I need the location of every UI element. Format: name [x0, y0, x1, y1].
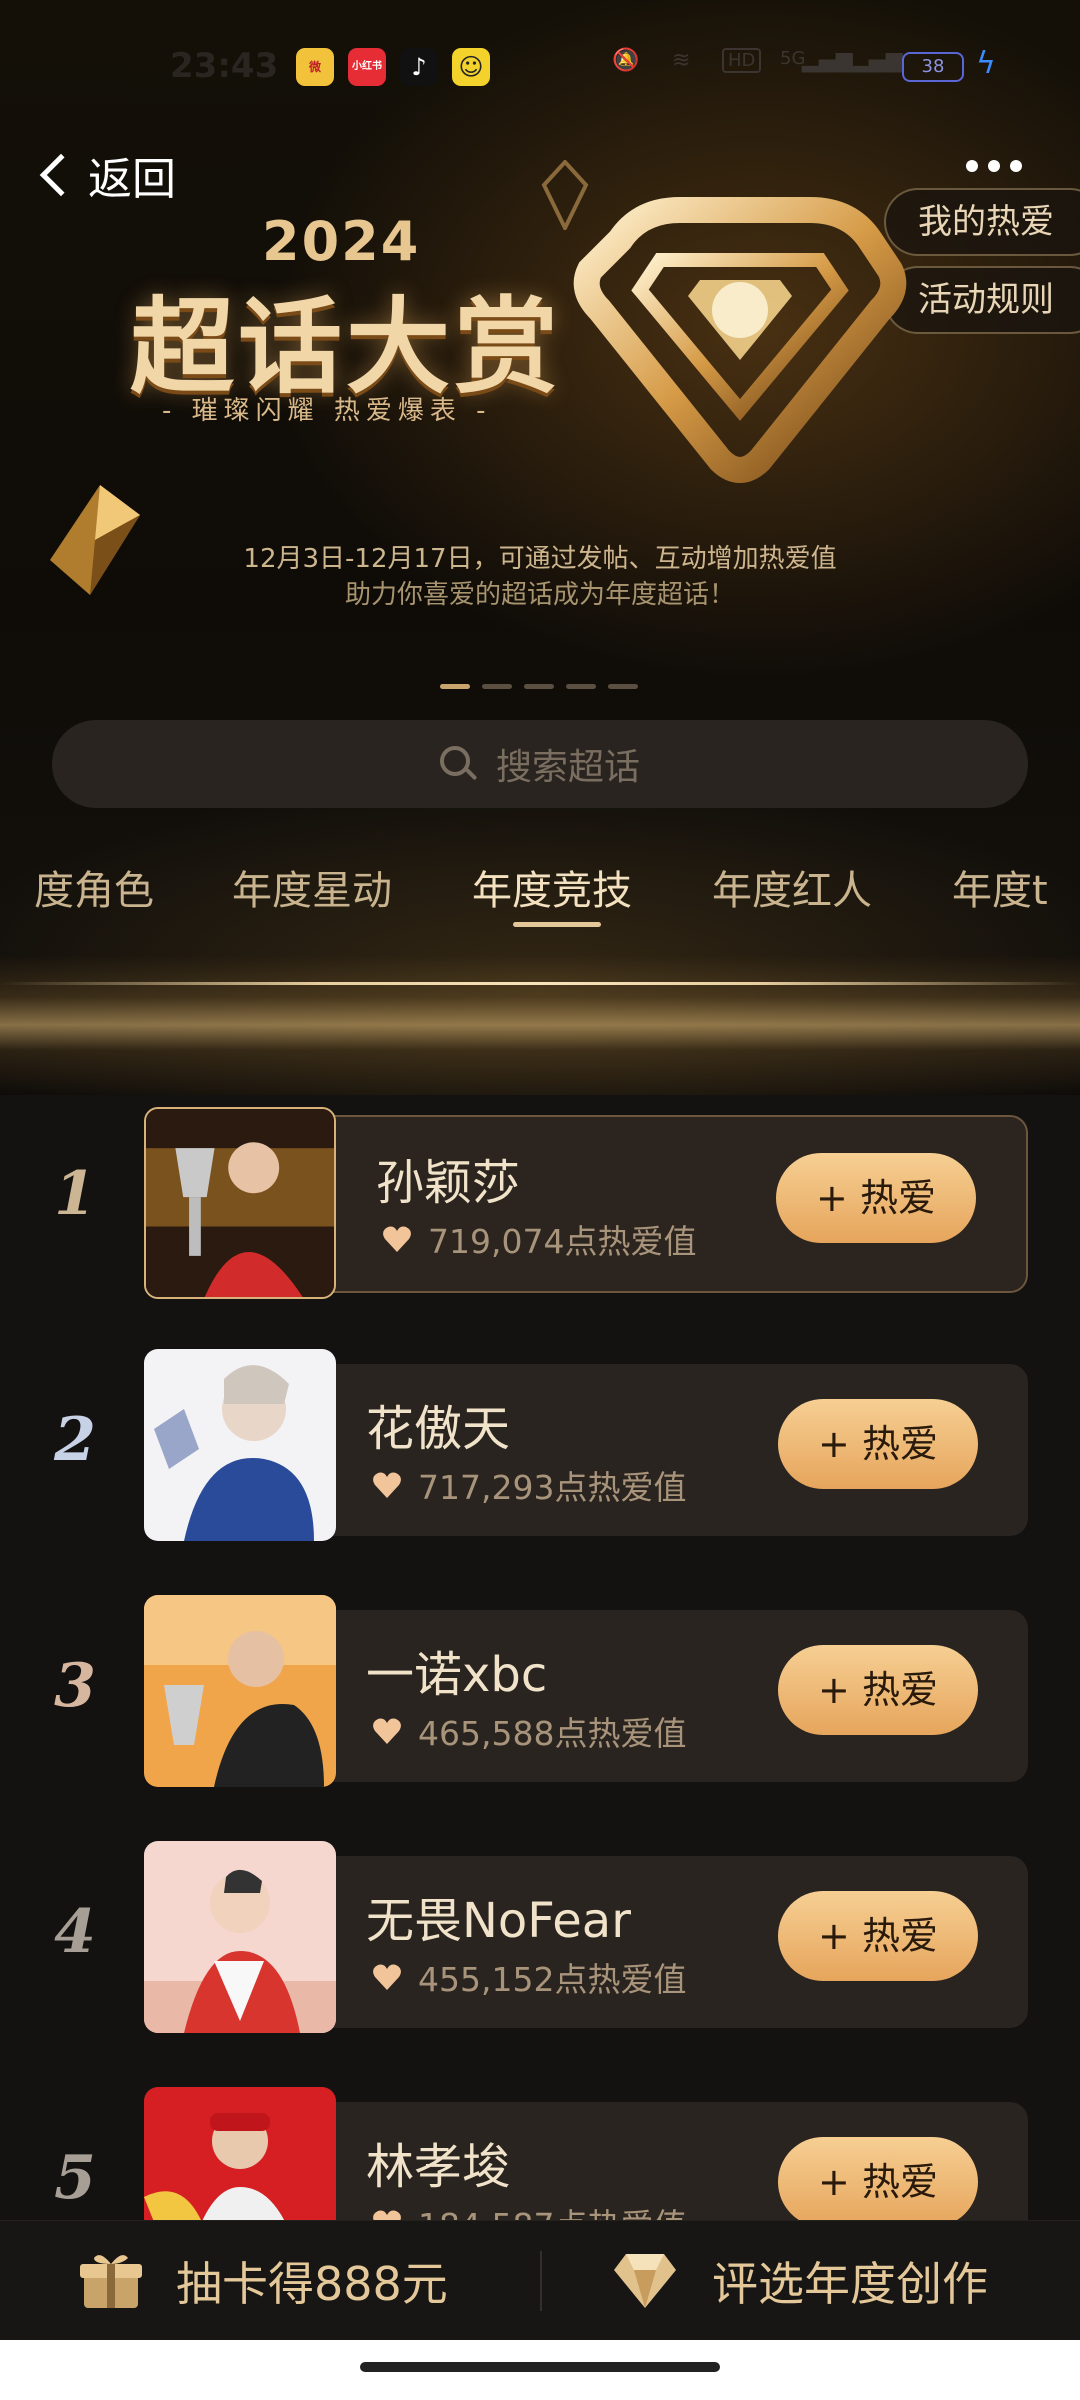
avatar[interactable]: [144, 1595, 336, 1787]
home-indicator[interactable]: [360, 2362, 720, 2372]
weibo-app-icon: 微: [296, 48, 334, 86]
add-love-button[interactable]: + 热爱: [778, 1399, 978, 1489]
more-dot: [966, 160, 978, 172]
mute-icon: 🔕: [612, 48, 640, 73]
gold-line: [0, 982, 1080, 985]
tab-character[interactable]: 度角色: [34, 858, 154, 916]
pager-dot[interactable]: [440, 684, 470, 689]
supertopic-name: 花傲天: [366, 1401, 511, 1457]
bilibili-app-icon: ☺: [452, 48, 490, 86]
ranking-list: 1 孙颖莎 719,074点热爱值 + 热爱 2 花傲天 717,293点热爱值…: [0, 1095, 1080, 2220]
add-love-button[interactable]: + 热爱: [778, 1645, 978, 1735]
draw-card-label: 抽卡得888元: [176, 2257, 448, 2311]
avatar-image: [146, 1109, 334, 1297]
rank-number: 3: [54, 1651, 96, 1721]
chevron-left-icon: [39, 153, 83, 197]
status-time: 23:43: [170, 46, 279, 86]
tab-influencers[interactable]: 年度红人: [712, 858, 872, 916]
list-item[interactable]: 5 林孝埈 184,587点热爱值 + 热爱: [0, 2087, 1080, 2220]
pager-dot[interactable]: [482, 684, 512, 689]
signal-icon: ▂▄▆: [802, 48, 853, 73]
heat-text: 719,074点热爱值: [428, 1222, 697, 1261]
supertopic-name: 孙颖莎: [376, 1155, 521, 1211]
heat-text: 455,152点热爱值: [418, 1960, 687, 1999]
heart-icon: [373, 1964, 401, 1990]
heart-icon: [373, 2210, 401, 2220]
tab-stars[interactable]: 年度星动: [232, 858, 392, 916]
add-love-button[interactable]: + 热爱: [778, 2137, 978, 2220]
back-button[interactable]: 返回: [32, 140, 176, 210]
hero-banner: 23:43 微 小红书 ♪ ☺ 🔕 ≋ HD 5G ▂▄▆ ▂▄▆ 38 ϟ 返…: [0, 0, 1080, 1095]
tiktok-app-icon: ♪: [400, 48, 438, 86]
heat-value: 184,587点热爱值: [372, 2199, 686, 2220]
list-item[interactable]: 1 孙颖莎 719,074点热爱值 + 热爱: [0, 1103, 1080, 1303]
tab-more[interactable]: 年度t: [952, 858, 1048, 916]
charging-icon: ϟ: [976, 46, 996, 81]
gold-band: [0, 955, 1080, 1095]
active-tab-indicator: [513, 922, 601, 927]
draw-card-button[interactable]: 抽卡得888元: [80, 2221, 448, 2341]
tab-sports[interactable]: 年度竞技: [472, 858, 632, 916]
xiaohongshu-app-icon: 小红书: [348, 48, 386, 86]
add-love-button[interactable]: + 热爱: [776, 1153, 976, 1243]
heat-text: 465,588点热爱值: [418, 1714, 687, 1753]
rank-number: 2: [54, 1405, 96, 1475]
banner-pager: [440, 684, 638, 689]
wifi-icon: ≋: [672, 48, 691, 73]
pager-dot[interactable]: [566, 684, 596, 689]
pager-dot[interactable]: [608, 684, 638, 689]
system-nav-area: [0, 2340, 1080, 2400]
vote-creation-button[interactable]: 评选年度创作: [612, 2221, 988, 2341]
gem-icon: [614, 2254, 676, 2308]
search-placeholder: 搜索超话: [495, 747, 640, 788]
signal-icon-2: ▂▄▆: [852, 48, 903, 73]
heat-value: 717,293点热爱值: [372, 1461, 686, 1509]
pager-dot[interactable]: [524, 684, 554, 689]
rank-number: 1: [54, 1159, 96, 1229]
back-label: 返回: [88, 154, 176, 205]
heat-text: 184,587点热爱值: [418, 2199, 686, 2220]
heat-text: 717,293点热爱值: [418, 1468, 687, 1507]
heat-value: 455,152点热爱值: [372, 1953, 686, 2001]
search-icon: [439, 746, 478, 782]
vote-creation-label: 评选年度创作: [712, 2257, 988, 2311]
banner-subtitle: - 璀璨闪耀 热爱爆表 -: [162, 396, 492, 426]
battery-icon: 38: [902, 52, 964, 82]
list-item[interactable]: 4 无畏NoFear 455,152点热爱值 + 热爱: [0, 1841, 1080, 2041]
heart-icon: [383, 1226, 411, 1252]
list-item[interactable]: 3 一诺xbc 465,588点热爱值 + 热爱: [0, 1595, 1080, 1795]
rank-number: 4: [54, 1897, 96, 1967]
avatar[interactable]: [144, 1841, 336, 2033]
heat-value: 719,074点热爱值: [382, 1215, 696, 1263]
bottom-action-bar: 抽卡得888元 评选年度创作: [0, 2220, 1080, 2340]
status-bar: 23:43 微 小红书 ♪ ☺ 🔕 ≋ HD 5G ▂▄▆ ▂▄▆ 38 ϟ: [0, 40, 1080, 100]
heart-icon: [373, 1718, 401, 1744]
avatar[interactable]: [144, 1349, 336, 1541]
add-love-button[interactable]: + 热爱: [778, 1891, 978, 1981]
avatar[interactable]: [144, 2087, 336, 2220]
avatar-image: [144, 1595, 336, 1787]
promo-line-1: 12月3日-12月17日，可通过发帖、互动增加热爱值: [243, 544, 837, 574]
avatar-image: [144, 1841, 336, 2033]
avatar[interactable]: [144, 1107, 336, 1299]
supertopic-name: 一诺xbc: [366, 1647, 548, 1703]
more-dot: [1010, 160, 1022, 172]
gem-trophy-icon: [573, 197, 907, 483]
more-button[interactable]: [966, 160, 1022, 172]
supertopic-name: 林孝埈: [366, 2139, 511, 2195]
gift-icon: [80, 2255, 142, 2308]
supertopic-name: 无畏NoFear: [366, 1893, 631, 1949]
search-input[interactable]: 搜索超话: [52, 720, 1028, 808]
heart-icon: [373, 1472, 401, 1498]
heat-value: 465,588点热爱值: [372, 1707, 686, 1755]
list-item[interactable]: 2 花傲天 717,293点热爱值 + 热爱: [0, 1349, 1080, 1549]
divider: [540, 2251, 542, 2311]
more-dot: [988, 160, 1000, 172]
promo-line-2: 助力你喜爱的超话成为年度超话！: [344, 580, 735, 610]
hd-badge: HD: [722, 48, 762, 73]
category-tabs: 度角色 年度星动 年度竞技 年度红人 年度t: [0, 858, 1080, 928]
rank-number: 5: [54, 2143, 96, 2213]
avatar-image: [144, 2087, 336, 2220]
avatar-image: [144, 1349, 336, 1541]
